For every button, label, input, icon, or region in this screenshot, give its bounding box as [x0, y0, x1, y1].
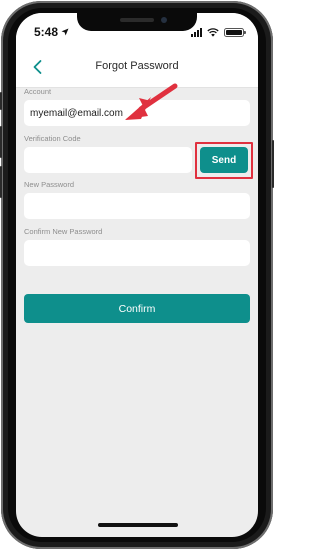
home-indicator	[98, 523, 178, 527]
send-code-button[interactable]: Send	[200, 147, 248, 173]
screen: 5:48 Forgot Password Account Verifi	[16, 13, 258, 537]
arrow-pointer-icon	[125, 83, 178, 120]
volume-up-button	[0, 126, 2, 158]
cellular-signal-icon	[191, 27, 202, 37]
notch	[77, 13, 197, 31]
battery-level	[226, 29, 242, 35]
battery-icon	[224, 27, 246, 37]
power-button	[272, 140, 274, 188]
confirm-button[interactable]: Confirm	[24, 294, 250, 323]
status-left: 5:48	[34, 25, 69, 39]
status-time: 5:48	[34, 25, 59, 39]
new-password-input[interactable]	[24, 193, 250, 219]
earpiece-speaker	[120, 18, 154, 22]
mute-switch	[0, 92, 2, 110]
verification-code-input[interactable]	[24, 147, 192, 173]
confirm-new-password-label: Confirm New Password	[24, 227, 103, 236]
status-right	[191, 27, 246, 37]
account-label: Account	[24, 87, 52, 96]
page-title: Forgot Password	[95, 60, 179, 72]
back-chevron-icon[interactable]	[28, 57, 48, 77]
verification-code-label: Verification Code	[24, 134, 81, 143]
confirm-new-password-input[interactable]	[24, 240, 250, 266]
volume-down-button	[0, 166, 2, 198]
location-arrow-icon	[61, 28, 69, 36]
front-camera	[161, 17, 167, 23]
wifi-icon	[207, 27, 219, 37]
new-password-label: New Password	[24, 180, 75, 189]
